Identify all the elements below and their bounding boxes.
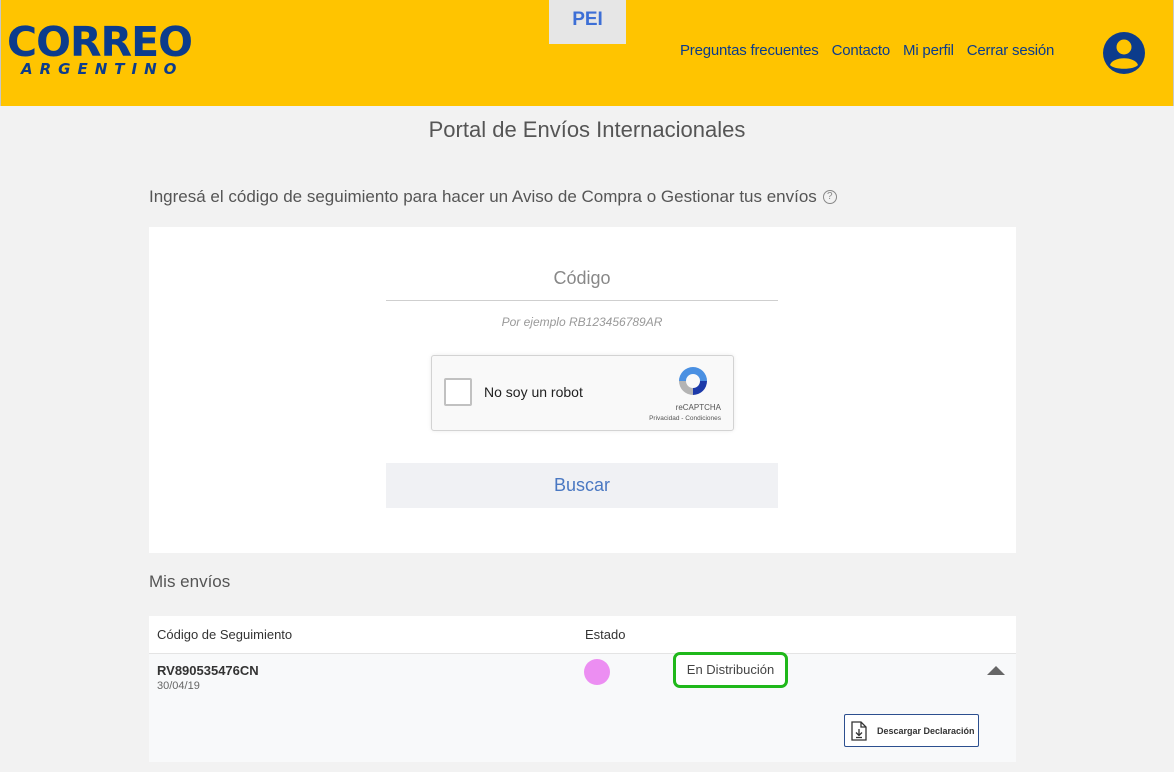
nav-link-logout[interactable]: Cerrar sesión bbox=[967, 42, 1055, 59]
recaptcha-terms-links[interactable]: Privacidad - Condiciones bbox=[649, 415, 721, 422]
top-nav: Preguntas frecuentes Contacto Mi perfil … bbox=[680, 42, 1054, 59]
user-avatar-icon[interactable] bbox=[1102, 31, 1146, 75]
shipment-tracking-code: RV890535476CN bbox=[157, 663, 259, 678]
instruction-label: Ingresá el código de seguimiento para ha… bbox=[149, 187, 817, 206]
recaptcha-label: No soy un robot bbox=[484, 384, 583, 400]
download-declaration-label: Descargar Declaración bbox=[877, 725, 975, 736]
search-card: Por ejemplo RB123456789AR No soy un robo… bbox=[149, 227, 1016, 553]
instruction-text: Ingresá el código de seguimiento para ha… bbox=[149, 187, 837, 207]
pei-tab[interactable]: PEI bbox=[549, 0, 626, 44]
correo-argentino-logo[interactable]: CORREO ARGENTINO bbox=[7, 18, 193, 78]
search-button[interactable]: Buscar bbox=[386, 463, 778, 508]
table-header: Código de Seguimiento Estado bbox=[149, 616, 1016, 654]
recaptcha-brand: reCAPTCHA bbox=[675, 403, 721, 412]
shipments-table: Código de Seguimiento Estado RV890535476… bbox=[149, 616, 1016, 762]
header-bar: CORREO ARGENTINO PEI Preguntas frecuente… bbox=[0, 0, 1174, 106]
column-header-status: Estado bbox=[585, 627, 626, 642]
nav-link-faq[interactable]: Preguntas frecuentes bbox=[680, 42, 819, 59]
status-indicator-dot bbox=[584, 659, 610, 685]
nav-link-contact[interactable]: Contacto bbox=[832, 42, 891, 59]
recaptcha-widget: No soy un robot reCAPTCHA Privacidad - C… bbox=[431, 355, 734, 431]
status-badge: En Distribución bbox=[673, 652, 788, 688]
tracking-code-input[interactable] bbox=[386, 257, 778, 301]
download-declaration-button[interactable]: Descargar Declaración bbox=[844, 714, 979, 747]
document-download-icon bbox=[851, 720, 867, 741]
code-example-hint: Por ejemplo RB123456789AR bbox=[501, 315, 663, 329]
logo-main-text: CORREO bbox=[7, 18, 193, 66]
shipment-date: 30/04/19 bbox=[157, 680, 200, 692]
recaptcha-logo-icon bbox=[679, 367, 707, 395]
logo-sub-text: ARGENTINO bbox=[21, 60, 184, 78]
help-icon[interactable]: ? bbox=[822, 190, 837, 204]
recaptcha-checkbox[interactable] bbox=[444, 378, 472, 406]
nav-link-profile[interactable]: Mi perfil bbox=[903, 42, 954, 59]
column-header-tracking-code: Código de Seguimiento bbox=[157, 627, 293, 642]
collapse-caret-icon[interactable] bbox=[987, 666, 1005, 675]
my-shipments-heading: Mis envíos bbox=[149, 572, 231, 591]
page-title: Portal de Envíos Internacionales bbox=[428, 117, 746, 142]
